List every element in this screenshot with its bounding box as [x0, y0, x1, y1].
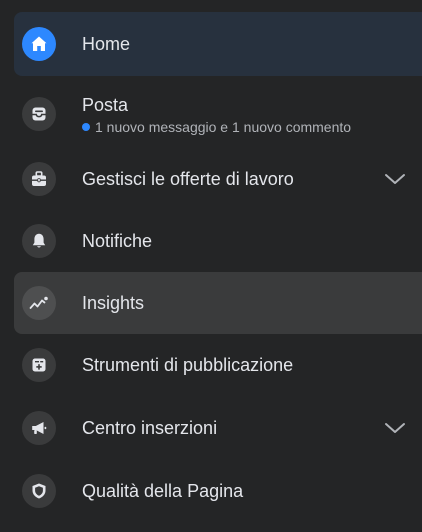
menu-item-label: Strumenti di pubblicazione [82, 355, 294, 375]
chevron-down-icon[interactable] [384, 421, 406, 435]
menu-item-label: Home [82, 34, 131, 54]
shield-icon [22, 474, 56, 508]
page-sidebar-menu: Home Posta 1 nuovo messaggio e 1 nuovo c… [0, 0, 422, 532]
menu-item-label: Centro inserzioni [82, 418, 218, 438]
insights-icon [22, 286, 56, 320]
publishing-tools-icon [22, 348, 56, 382]
notification-summary: 1 nuovo messaggio e 1 nuovo commento [82, 119, 351, 135]
home-icon [22, 27, 56, 61]
menu-item-notifiche[interactable]: Notifiche [14, 210, 422, 272]
chevron-down-icon[interactable] [384, 172, 406, 186]
menu-item-insights[interactable]: Insights [14, 272, 422, 334]
menu-item-posta[interactable]: Posta 1 nuovo messaggio e 1 nuovo commen… [14, 76, 422, 152]
menu-item-page-quality[interactable]: Qualità della Pagina [14, 460, 422, 522]
inbox-icon [22, 97, 56, 131]
menu-item-publishing-tools[interactable]: Strumenti di pubblicazione [14, 334, 422, 396]
menu-item-label: Notifiche [82, 231, 153, 251]
bell-icon [22, 224, 56, 258]
menu-item-home[interactable]: Home [14, 12, 422, 76]
menu-item-label: Posta [82, 94, 129, 115]
briefcase-icon [22, 162, 56, 196]
notification-summary-text: 1 nuovo messaggio e 1 nuovo commento [95, 118, 352, 135]
menu-item-jobs[interactable]: Gestisci le offerte di lavoro [14, 148, 422, 210]
menu-item-ads-center[interactable]: Centro inserzioni [14, 396, 422, 460]
menu-item-label: Insights [82, 293, 145, 313]
menu-item-label: Gestisci le offerte di lavoro [82, 169, 294, 189]
megaphone-icon [22, 411, 56, 445]
menu-item-label: Qualità della Pagina [82, 481, 244, 501]
unread-dot-icon [82, 122, 90, 131]
